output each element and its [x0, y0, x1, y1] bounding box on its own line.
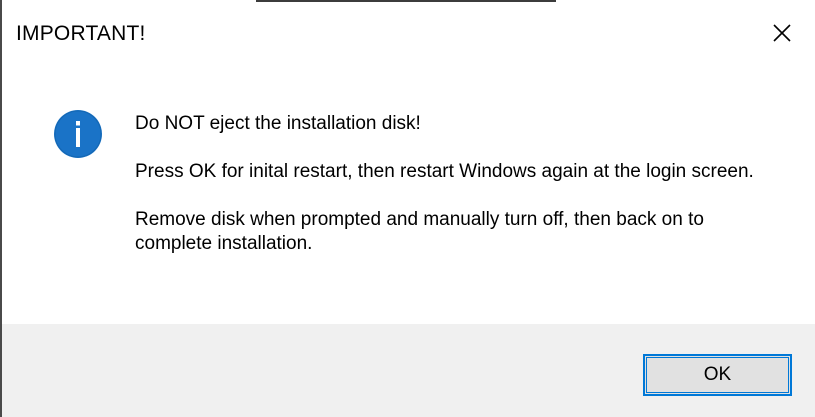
info-icon — [54, 110, 102, 158]
title-bar[interactable]: IMPORTANT! — [2, 2, 815, 66]
message-text: Do NOT eject the installation disk! Pres… — [135, 112, 775, 280]
message-line-warning: Do NOT eject the installation disk! — [135, 113, 421, 134]
button-bar: OK — [2, 324, 815, 417]
dialog-title: IMPORTANT! — [16, 22, 146, 45]
message-dialog: IMPORTANT! Do NOT eject the installation… — [0, 0, 815, 417]
message-line-restart: Press OK for inital restart, then restar… — [135, 161, 754, 182]
close-button[interactable] — [749, 2, 815, 64]
close-icon — [773, 24, 791, 42]
message-line-remove-disk: Remove disk when prompted and manually t… — [135, 209, 704, 254]
ok-button[interactable]: OK — [643, 354, 792, 396]
dialog-content: Do NOT eject the installation disk! Pres… — [2, 66, 815, 324]
